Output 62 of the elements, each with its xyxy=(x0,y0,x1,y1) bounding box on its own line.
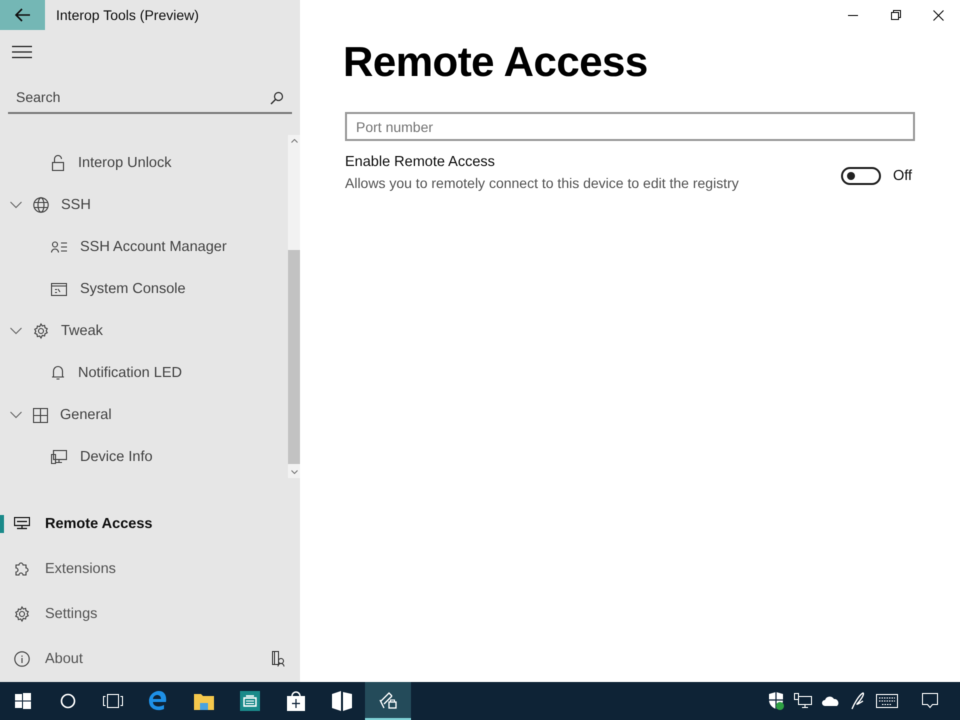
notification-icon[interactable] xyxy=(922,693,938,709)
feedback-icon[interactable] xyxy=(271,650,285,666)
info-icon xyxy=(14,650,30,666)
store-icon xyxy=(287,691,305,711)
contact-list-icon xyxy=(51,241,67,253)
page-title: Remote Access xyxy=(343,38,649,86)
close-icon xyxy=(933,10,944,20)
back-arrow-icon xyxy=(14,8,30,22)
tree-item[interactable]: Notification LED xyxy=(78,365,182,381)
monitor-icon xyxy=(51,450,67,464)
search-field[interactable]: Search xyxy=(8,82,292,114)
gear-icon xyxy=(14,606,30,622)
tree-item[interactable]: System Console xyxy=(80,281,186,297)
grid-icon xyxy=(33,408,48,422)
console-icon xyxy=(51,282,67,296)
tree-item[interactable]: SSH Account Manager xyxy=(80,239,227,255)
chevron-down-icon[interactable] xyxy=(10,327,22,335)
task-view-icon xyxy=(102,693,122,709)
tree-item[interactable]: Interop Unlock xyxy=(78,155,172,171)
nav-item[interactable]: Settings xyxy=(0,591,300,636)
folder-icon xyxy=(194,692,214,710)
windows-logo-icon xyxy=(14,693,30,709)
window-title: Interop Tools (Preview) xyxy=(56,7,199,23)
restore-icon xyxy=(890,10,900,20)
toggle-switch[interactable] xyxy=(841,166,881,184)
app-icon xyxy=(378,690,398,710)
tree-item[interactable]: Device Info xyxy=(80,449,153,465)
scrollbar[interactable] xyxy=(288,135,300,478)
chevron-down-icon[interactable] xyxy=(10,201,22,209)
port-number-field[interactable]: Port number xyxy=(345,112,915,141)
remote-desktop-icon xyxy=(14,516,30,530)
tree-item-label: General xyxy=(60,407,112,423)
pen-icon[interactable] xyxy=(850,692,866,710)
file-manager-icon xyxy=(240,691,260,711)
nav-item[interactable]: About xyxy=(0,636,300,681)
edge-icon xyxy=(148,691,168,711)
lock-icon xyxy=(51,155,65,171)
nav-item[interactable]: Extensions xyxy=(0,546,300,591)
scroll-down-icon[interactable] xyxy=(290,470,298,474)
chevron-down-icon[interactable] xyxy=(10,411,22,419)
setting-label: Enable Remote Access xyxy=(345,154,496,170)
keyboard-icon[interactable] xyxy=(876,694,898,708)
shield-icon[interactable] xyxy=(768,692,784,710)
gear-icon xyxy=(33,323,49,339)
cloud-icon[interactable] xyxy=(822,695,840,707)
tree-item-label: SSH xyxy=(61,197,91,213)
scroll-up-icon[interactable] xyxy=(290,139,298,143)
back-button[interactable] xyxy=(0,0,45,30)
network-icon[interactable] xyxy=(794,693,812,709)
circle-icon xyxy=(60,693,76,709)
book-icon xyxy=(332,691,352,711)
setting-description: Allows you to remotely connect to this device to edit the registry xyxy=(345,175,740,191)
selection-indicator xyxy=(0,515,4,533)
nav-item[interactable]: Remote Access xyxy=(0,501,300,546)
taskbar-app-button[interactable] xyxy=(365,682,411,720)
menu-icon xyxy=(12,45,32,59)
globe-icon xyxy=(33,197,49,213)
search-icon[interactable] xyxy=(270,91,284,105)
puzzle-icon xyxy=(14,560,30,576)
tree-item-label: Tweak xyxy=(61,323,103,339)
toggle-state: Off xyxy=(893,168,914,184)
bell-icon xyxy=(51,365,65,381)
